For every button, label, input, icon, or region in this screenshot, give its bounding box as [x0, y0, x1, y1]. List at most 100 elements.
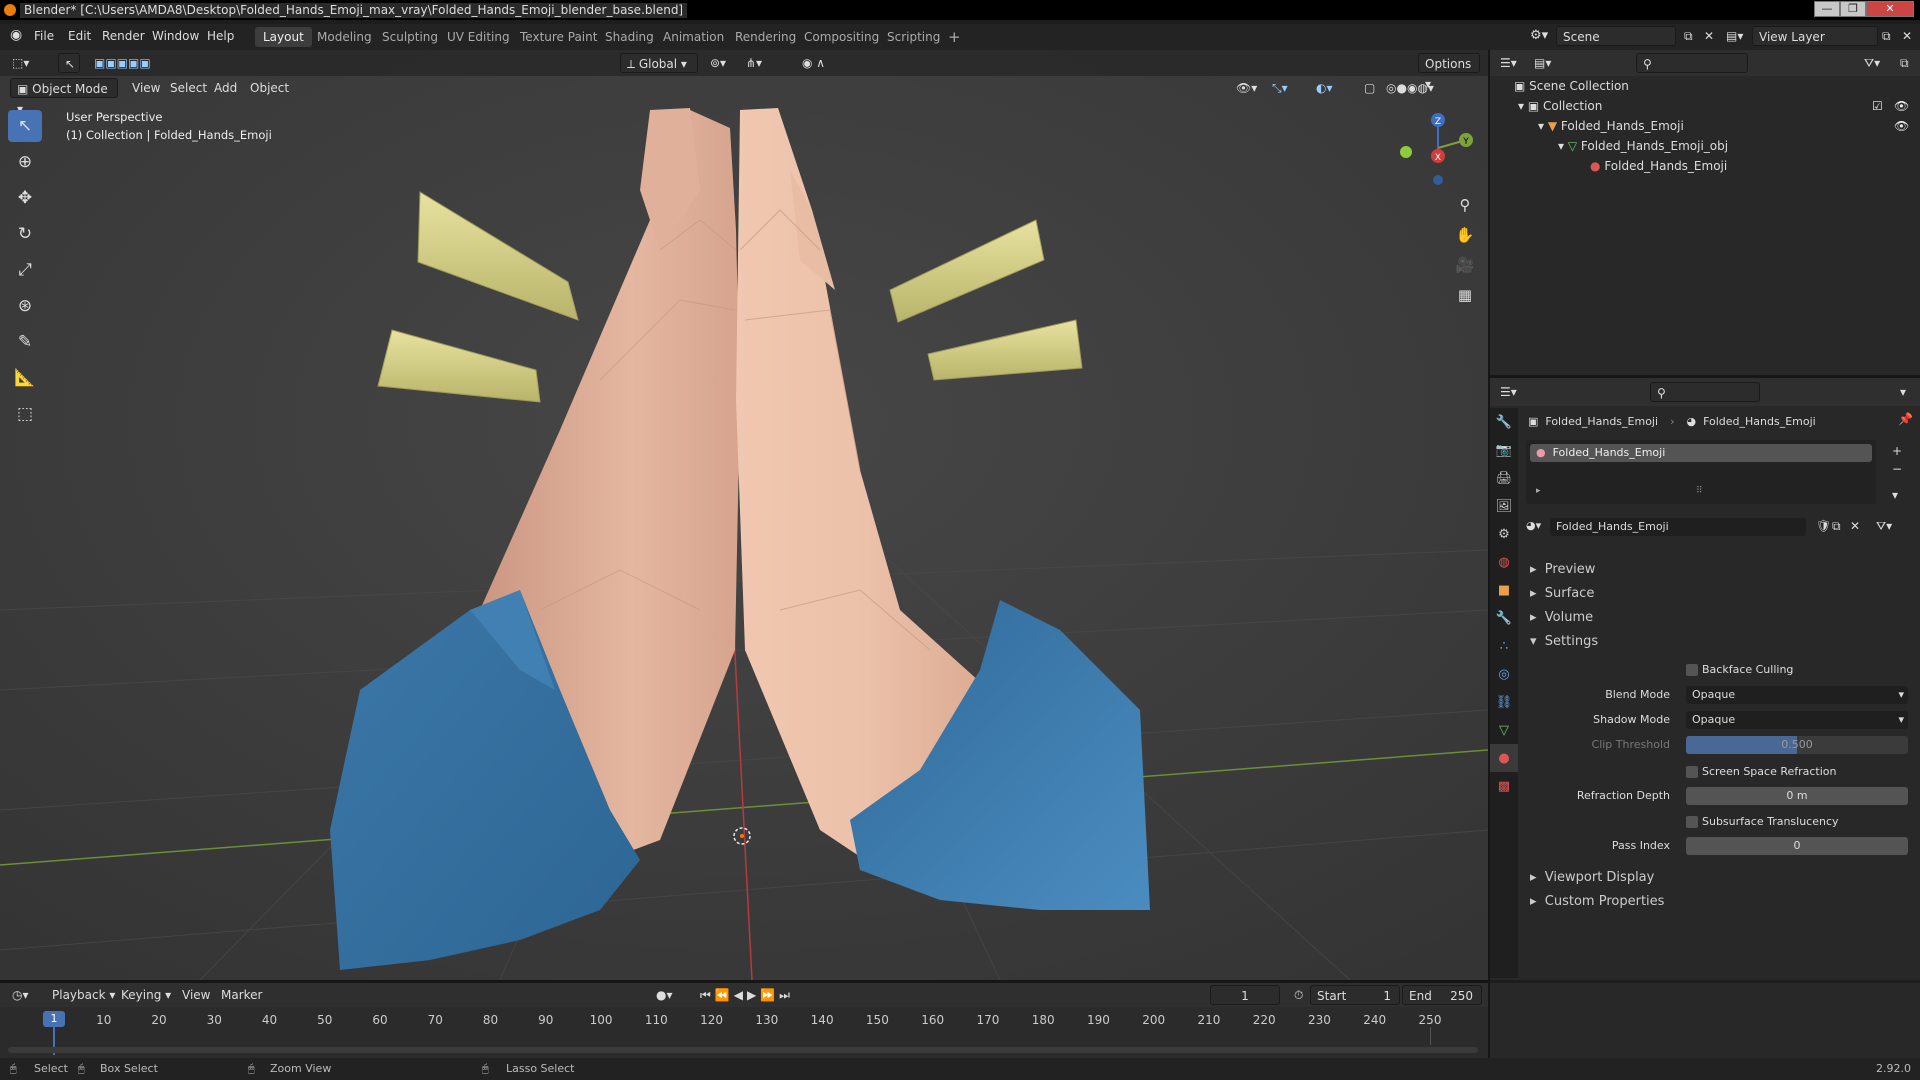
menu-edit[interactable]: Edit [68, 29, 91, 43]
slot-specials-button[interactable]: ▾ [1892, 488, 1898, 502]
navigation-gizmo[interactable]: Z Y X [1396, 108, 1476, 188]
select-mode-icons[interactable]: ▣▣▣▣▣ [88, 53, 157, 73]
refraction-depth-field[interactable]: 0 m [1686, 787, 1908, 805]
new-scene-icon[interactable]: ⧉ [1678, 26, 1699, 46]
maximize-button[interactable]: ❐ [1840, 1, 1866, 17]
object-visibility-icon[interactable]: 👁 [1894, 116, 1909, 136]
tab-world-icon[interactable]: ◍ [1490, 548, 1518, 576]
tab-modeling[interactable]: Modeling [309, 27, 380, 47]
unlink-material-icon[interactable]: ✕ [1850, 519, 1860, 533]
properties-editor-type-icon[interactable]: ☰▾ [1494, 382, 1523, 402]
tab-object-icon[interactable]: ■ [1490, 576, 1518, 604]
minimize-button[interactable]: — [1814, 1, 1840, 17]
tab-animation[interactable]: Animation [655, 27, 732, 47]
collection-visibility-icon[interactable]: 👁 [1894, 96, 1909, 116]
overlay-icon[interactable]: ◐▾ [1310, 78, 1339, 98]
browse-material-icon[interactable]: ◕▾ [1526, 519, 1541, 532]
pass-index-field[interactable]: 0 [1686, 837, 1908, 855]
mode-dropdown[interactable]: ▣ Object Mode ▾ [10, 78, 118, 116]
outliner-item-scene-collection[interactable]: ▣ Scene Collection [1514, 76, 1629, 96]
tab-texture-paint[interactable]: Texture Paint [512, 27, 605, 47]
move-tool-icon[interactable]: ✥ [8, 182, 42, 214]
outliner-item-material[interactable]: ● Folded_Hands_Emoji [1590, 156, 1727, 176]
new-collection-icon[interactable]: ⧉ [1894, 53, 1915, 73]
playhead[interactable]: 1 [43, 1011, 65, 1027]
tab-texture-icon[interactable]: ▩ [1490, 772, 1518, 800]
select-tool-icon[interactable]: ↖ [58, 53, 80, 73]
scene-name-field[interactable]: Scene [1556, 26, 1676, 46]
properties-search-input[interactable]: ⚲ [1650, 382, 1760, 402]
scene-selector-icon[interactable]: ⚙▾ [1524, 26, 1554, 46]
tab-view-layer-icon[interactable]: 🖼 [1490, 492, 1518, 520]
clip-threshold-slider[interactable]: 0.500 [1686, 736, 1908, 754]
snap-icon[interactable]: ⋔▾ [740, 53, 768, 73]
collection-checkbox[interactable]: ☑ [1872, 96, 1883, 116]
subsurface-translucency-checkbox[interactable] [1686, 816, 1698, 828]
3d-viewport[interactable]: ⬚▾ ↖ ▣▣▣▣▣ ⟂ Global ▾ ⊚▾ ⋔▾ ◉ ∧ Options … [0, 50, 1488, 980]
tab-rendering[interactable]: Rendering [727, 27, 804, 47]
tab-sculpting[interactable]: Sculpting [374, 27, 446, 47]
new-view-layer-icon[interactable]: ⧉ [1876, 26, 1897, 46]
measure-tool-icon[interactable]: 📐 [8, 362, 42, 394]
pin-icon[interactable]: 📌 [1898, 412, 1913, 426]
pan-hand-icon[interactable]: ✋ [1452, 222, 1478, 248]
timeline-scrollbar[interactable] [8, 1047, 1478, 1053]
tab-uv-editing[interactable]: UV Editing [439, 27, 518, 47]
tab-render-icon[interactable]: 📷 [1490, 436, 1518, 464]
menu-help[interactable]: Help [207, 29, 234, 43]
shadow-mode-dropdown[interactable]: Opaque ▾ [1686, 711, 1908, 729]
panel-preview[interactable]: ▸ Preview [1530, 562, 1595, 577]
add-workspace-button[interactable]: + [940, 27, 969, 47]
menu-object[interactable]: Object [244, 78, 295, 98]
tab-constraints-icon[interactable]: ⛓ [1490, 688, 1518, 716]
panel-custom-properties[interactable]: ▸ Custom Properties [1530, 894, 1664, 909]
camera-icon[interactable]: 🎥 [1452, 252, 1478, 278]
filter-icon[interactable]: ⛛▾ [1858, 53, 1886, 73]
tab-scene-icon[interactable]: ⚙ [1490, 520, 1518, 548]
display-mode-icon[interactable]: ▤▾ [1528, 53, 1557, 73]
tab-modifiers-icon[interactable]: 🔧 [1490, 604, 1518, 632]
neg-z-axis-handle[interactable] [1433, 175, 1443, 185]
panel-viewport-display[interactable]: ▸ Viewport Display [1530, 870, 1654, 885]
cursor-tool-icon[interactable]: ⊕ [8, 146, 42, 178]
tab-compositing[interactable]: Compositing [796, 27, 887, 47]
pivot-icon[interactable]: ⊚▾ [704, 53, 732, 73]
transform-tool-icon[interactable]: ⊛ [8, 290, 42, 322]
menu-add[interactable]: Add [208, 78, 243, 98]
menu-file[interactable]: File [34, 29, 54, 43]
menu-select[interactable]: Select [164, 78, 213, 98]
screen-space-refraction-checkbox[interactable] [1686, 766, 1698, 778]
resize-handle[interactable]: ⠿ [1696, 486, 1703, 496]
remove-scene-icon[interactable]: ✕ [1698, 26, 1720, 46]
outliner-search-input[interactable]: ⚲ [1636, 53, 1748, 73]
menu-render[interactable]: Render [102, 29, 145, 43]
outliner-item-object[interactable]: ▾ ▼ Folded_Hands_Emoji 👁 [1538, 116, 1920, 136]
blender-menu-icon[interactable]: ◉ [10, 27, 22, 43]
tab-tool-icon[interactable]: 🔧 [1490, 408, 1518, 436]
view-layer-field[interactable]: View Layer [1752, 26, 1878, 46]
fake-user-icon[interactable]: 🛡 [1816, 519, 1831, 533]
material-slot-item[interactable]: ● Folded_Hands_Emoji [1530, 444, 1872, 462]
tab-data-icon[interactable]: ▽ [1490, 716, 1518, 744]
menu-window[interactable]: Window [152, 29, 199, 43]
annotate-tool-icon[interactable]: ✎ [8, 326, 42, 358]
zoom-icon[interactable]: ⚲ [1452, 192, 1478, 218]
options-dropdown[interactable]: Options ▾ [1418, 53, 1480, 91]
backface-culling-checkbox[interactable] [1686, 664, 1698, 676]
scale-tool-icon[interactable]: ⤢ [8, 254, 42, 286]
proportional-edit-icon[interactable]: ◉ ∧ [796, 53, 831, 73]
add-slot-button[interactable]: + [1892, 444, 1902, 458]
visibility-icon[interactable]: 👁▾ [1230, 78, 1263, 98]
properties-options-icon[interactable]: ▾ [1894, 382, 1912, 402]
editor-type-icon[interactable]: ⬚▾ [6, 53, 35, 73]
add-cube-tool-icon[interactable]: ⬚ [8, 398, 42, 430]
close-button[interactable]: ✕ [1866, 1, 1914, 17]
tab-scripting[interactable]: Scripting [879, 27, 948, 47]
menu-view[interactable]: View [126, 78, 166, 98]
remove-view-layer-icon[interactable]: ✕ [1896, 26, 1918, 46]
outliner-editor-type-icon[interactable]: ☰▾ [1494, 53, 1523, 73]
blend-mode-dropdown[interactable]: Opaque ▾ [1686, 686, 1908, 704]
material-name-field[interactable]: Folded_Hands_Emoji [1550, 518, 1806, 536]
tab-particles-icon[interactable]: ∴ [1490, 632, 1518, 660]
filter-icon[interactable]: ⛛▾ [1876, 519, 1892, 534]
